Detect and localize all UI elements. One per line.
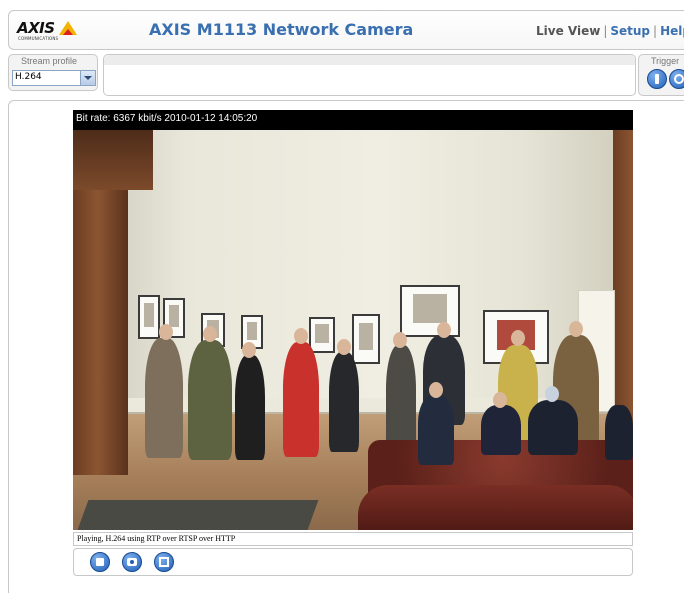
camera-live-view-page: AXIS COMMUNICATIONS AXIS M1113 Network C… xyxy=(0,0,684,593)
wooden-pillar-right xyxy=(613,130,633,430)
bitrate-timestamp-text: Bit rate: 6367 kbit/s 2010-01-12 14:05:2… xyxy=(76,113,258,124)
painting xyxy=(309,317,335,353)
video-overlay-bar: Bit rate: 6367 kbit/s 2010-01-12 14:05:2… xyxy=(73,110,633,130)
visitor-head xyxy=(569,321,583,337)
trigger-label: Trigger xyxy=(651,56,680,66)
page-title: AXIS M1113 Network Camera xyxy=(149,20,414,39)
toolbar-panel xyxy=(103,54,636,96)
visitor-head xyxy=(242,342,256,358)
toolbar-panel-header xyxy=(104,55,635,65)
video-controls-bar xyxy=(73,548,633,576)
painting xyxy=(400,285,460,337)
view-full-screen-icon[interactable] xyxy=(154,552,174,572)
axis-logo[interactable]: AXIS COMMUNICATIONS xyxy=(17,19,79,43)
logo-subtext: COMMUNICATIONS xyxy=(18,36,59,41)
trigger-circle-button[interactable] xyxy=(669,69,684,89)
top-navigation: Live View|Setup|Help xyxy=(536,24,684,38)
visitor-head xyxy=(511,330,525,346)
live-video-image[interactable] xyxy=(73,130,633,530)
chevron-down-icon[interactable] xyxy=(80,71,95,85)
stream-profile-panel: Stream profile H.264 xyxy=(8,54,98,91)
visitor xyxy=(386,345,416,455)
seated-visitor xyxy=(418,395,454,465)
painting xyxy=(352,314,380,364)
seated-visitor xyxy=(528,400,578,455)
nav-setup[interactable]: Setup xyxy=(610,24,650,38)
nav-separator: | xyxy=(603,24,608,38)
stream-profile-label: Stream profile xyxy=(21,56,78,66)
logo-text: AXIS xyxy=(17,19,55,37)
trigger-output-button[interactable] xyxy=(647,69,667,89)
visitor-head xyxy=(294,328,308,344)
nav-help[interactable]: Help xyxy=(660,24,684,38)
painting xyxy=(138,295,160,339)
visitor-head xyxy=(393,332,407,348)
visitor xyxy=(283,342,319,457)
visitor-head xyxy=(493,392,507,408)
floor-rug xyxy=(77,500,319,530)
header-bar: AXIS COMMUNICATIONS AXIS M1113 Network C… xyxy=(8,10,684,50)
visitor-head xyxy=(337,339,351,355)
trigger-panel: Trigger xyxy=(638,54,684,96)
visitor xyxy=(188,340,232,460)
visitor-head xyxy=(159,324,173,340)
visitor-head xyxy=(429,382,443,398)
stop-icon[interactable] xyxy=(90,552,110,572)
nav-separator: | xyxy=(653,24,658,38)
visitor-head xyxy=(203,326,217,342)
playback-status-text: Playing, H.264 using RTP over RTSP over … xyxy=(77,534,236,543)
visitor xyxy=(235,355,265,460)
playback-status-bar: Playing, H.264 using RTP over RTSP over … xyxy=(73,532,633,546)
stream-profile-value: H.264 xyxy=(15,72,42,82)
leather-bench-seat xyxy=(358,485,633,530)
visitor-head xyxy=(437,322,451,338)
seated-visitor xyxy=(605,405,633,460)
wooden-pillar-capital xyxy=(73,130,153,190)
snapshot-icon[interactable] xyxy=(122,552,142,572)
stream-profile-select[interactable]: H.264 xyxy=(12,70,96,86)
nav-live-view[interactable]: Live View xyxy=(536,24,600,38)
visitor xyxy=(145,338,183,458)
visitor xyxy=(329,352,359,452)
seated-visitor xyxy=(481,405,521,455)
visitor-head xyxy=(545,386,559,402)
